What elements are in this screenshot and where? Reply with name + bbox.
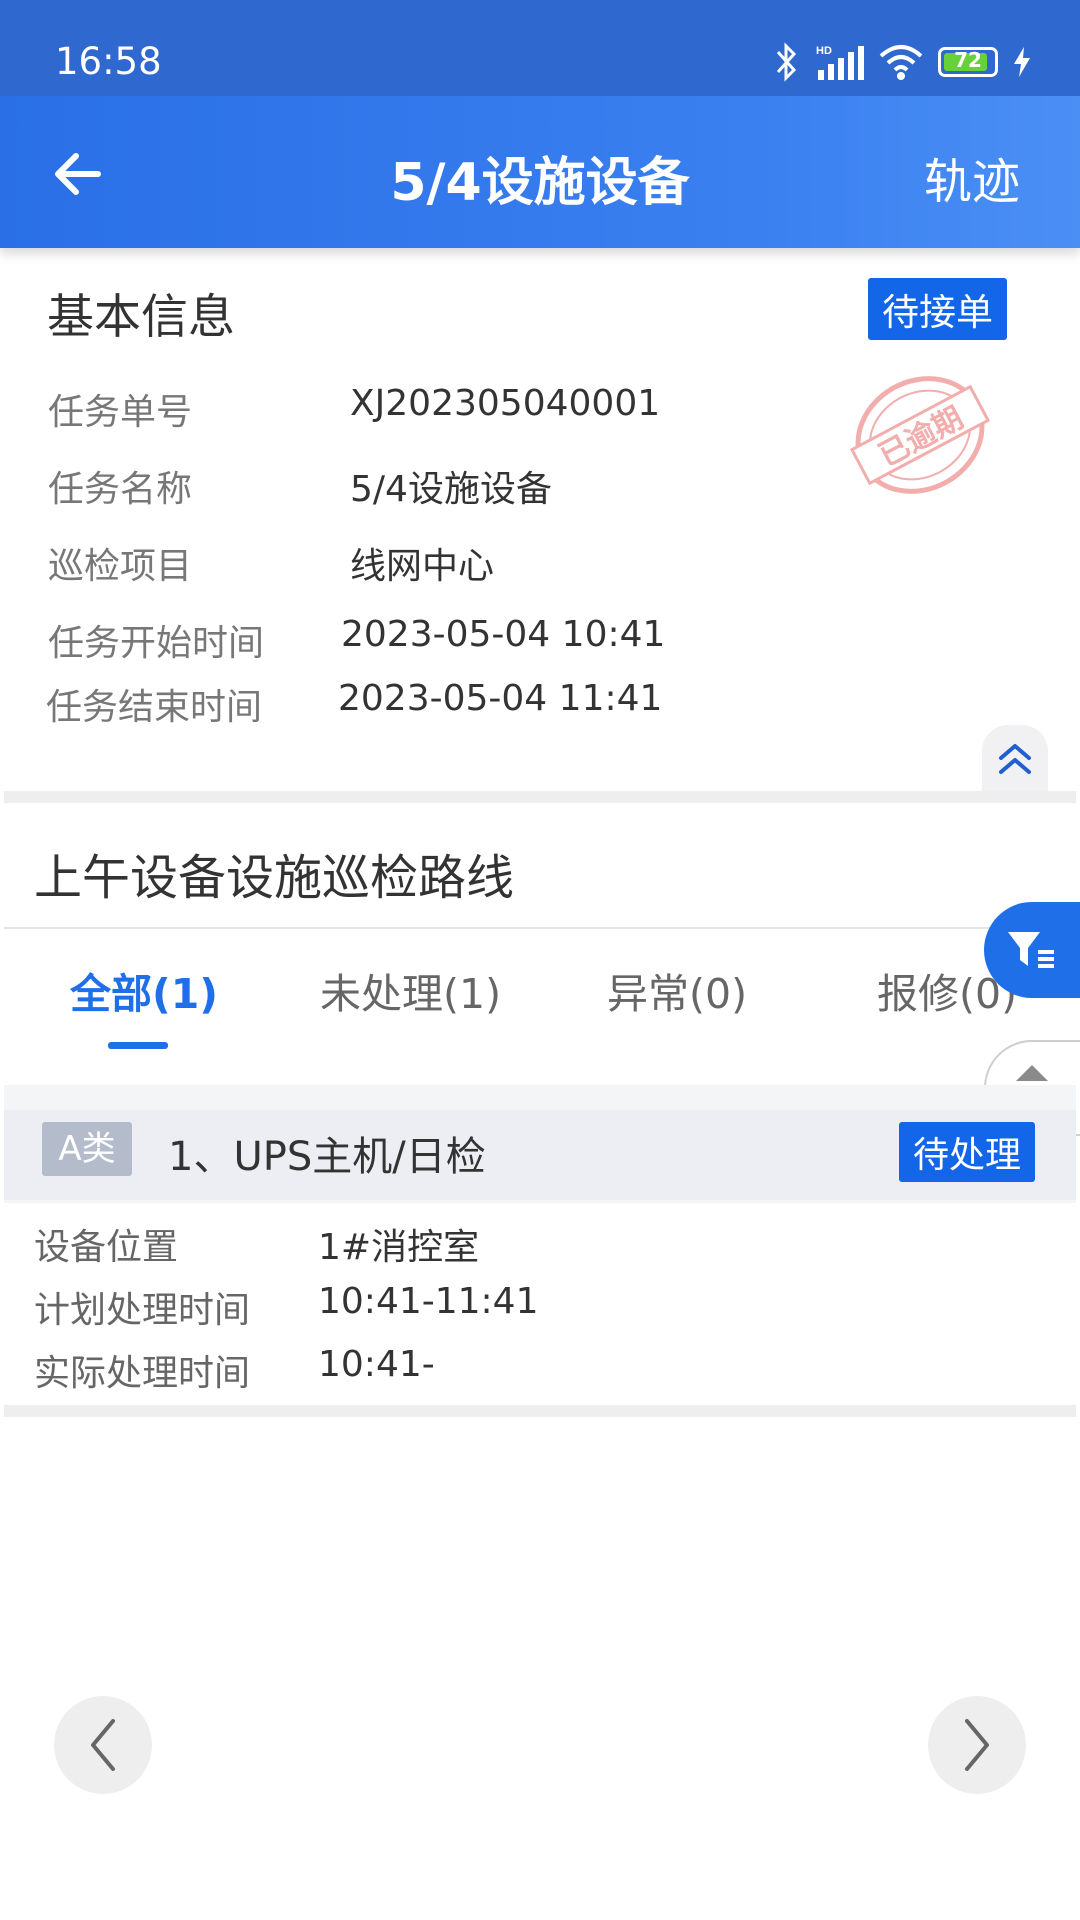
- battery-icon: 72: [938, 47, 998, 77]
- category-tag: A类: [42, 1122, 132, 1176]
- task-no-value: XJ202305040001: [350, 383, 661, 424]
- battery-level: 72: [954, 48, 982, 72]
- inspection-project-value: 线网中心: [350, 546, 495, 587]
- signal-icon: HD: [816, 45, 864, 80]
- page-title: 5/4设施设备: [390, 153, 690, 213]
- planned-time-label: 计划处理时间: [34, 1290, 251, 1331]
- filter-button[interactable]: [984, 902, 1080, 998]
- end-time-value: 2023-05-04 11:41: [338, 678, 663, 719]
- prev-button[interactable]: [54, 1696, 152, 1794]
- tab-unprocessed[interactable]: 未处理(1): [320, 960, 501, 1020]
- start-time-label: 任务开始时间: [48, 623, 265, 664]
- active-tab-indicator: [108, 1042, 168, 1049]
- stamp-icon: 已逾期: [849, 376, 991, 494]
- task-no-label: 任务单号: [48, 392, 193, 433]
- chevron-right-icon: [965, 1719, 989, 1771]
- actual-time-label: 实际处理时间: [34, 1353, 251, 1394]
- task-status-badge: 待接单: [868, 278, 1007, 340]
- task-name-value: 5/4设施设备: [350, 469, 552, 510]
- end-time-label: 任务结束时间: [46, 687, 263, 728]
- location-value: 1#消控室: [318, 1227, 480, 1268]
- route-divider: [4, 927, 1080, 929]
- wifi-icon: [879, 45, 923, 80]
- basic-info-title: 基本信息: [47, 290, 235, 345]
- section-divider: [4, 791, 1076, 803]
- planned-time-value: 10:41-11:41: [318, 1281, 539, 1322]
- actual-time-value: 10:41-: [318, 1344, 435, 1385]
- location-label: 设备位置: [34, 1227, 179, 1268]
- bluetooth-icon: [776, 42, 797, 82]
- filter-icon: [1008, 932, 1054, 968]
- start-time-value: 2023-05-04 10:41: [341, 614, 666, 655]
- tab-all[interactable]: 全部(1): [70, 960, 218, 1020]
- task-item-title: 1、UPS主机/日检: [168, 1134, 486, 1180]
- track-button[interactable]: 轨迹: [924, 142, 1020, 212]
- tab-abnormal[interactable]: 异常(0): [607, 960, 747, 1020]
- double-chevron-up-icon: [999, 744, 1031, 774]
- status-icons: HD 72: [774, 40, 1032, 84]
- chevron-left-icon: [91, 1719, 115, 1771]
- collapse-button[interactable]: [982, 725, 1048, 791]
- svg-text:HD: HD: [816, 45, 832, 57]
- inspection-project-label: 巡检项目: [48, 546, 193, 587]
- charging-icon: [1014, 47, 1030, 77]
- next-button[interactable]: [928, 1696, 1026, 1794]
- status-time: 16:58: [55, 40, 162, 83]
- route-title: 上午设备设施巡检路线: [34, 850, 515, 906]
- task-name-label: 任务名称: [48, 469, 193, 510]
- item-divider: [4, 1405, 1076, 1417]
- task-item-status-badge: 待处理: [899, 1122, 1036, 1182]
- overdue-stamp: 已逾期: [845, 372, 995, 498]
